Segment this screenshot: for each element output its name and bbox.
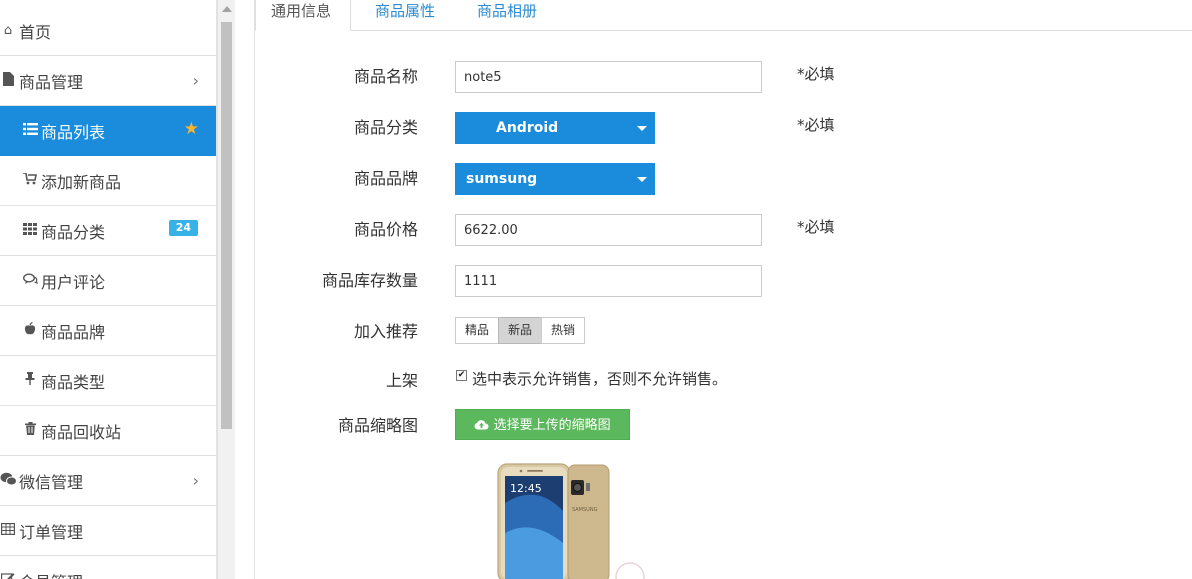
apple-icon bbox=[22, 321, 38, 339]
count-badge: 24 bbox=[168, 220, 198, 236]
sidebar-item-product-management[interactable]: 商品管理 › bbox=[0, 56, 216, 106]
tab-general-info[interactable]: 通用信息 bbox=[255, 0, 351, 31]
scroll-up-arrow-icon[interactable] bbox=[222, 6, 232, 12]
product-brand-select[interactable]: sumsung bbox=[455, 163, 655, 195]
sidebar-item-product-type[interactable]: 商品类型 bbox=[0, 356, 216, 406]
grid-icon bbox=[22, 222, 38, 239]
trash-icon bbox=[22, 422, 38, 439]
edit-icon bbox=[0, 572, 16, 579]
sidebar-item-recycle-bin[interactable]: 商品回收站 bbox=[0, 406, 216, 456]
sidebar-item-user-comments[interactable]: 用户评论 bbox=[0, 256, 216, 306]
product-price-input[interactable] bbox=[455, 214, 762, 246]
cart-add-icon bbox=[22, 171, 38, 189]
product-category-value: Android bbox=[496, 120, 559, 136]
phone-clock-text: 12:45 bbox=[510, 482, 542, 495]
recommend-label: 加入推荐 bbox=[353, 322, 418, 341]
sidebar-item-label: 首页 bbox=[19, 22, 52, 42]
comment-icon bbox=[22, 273, 38, 289]
sidebar-item-wechat-management[interactable]: 微信管理 › bbox=[0, 456, 216, 506]
table-icon bbox=[0, 522, 16, 539]
product-name-input[interactable] bbox=[455, 61, 762, 93]
sidebar-item-label: 添加新商品 bbox=[41, 172, 122, 192]
wechat-icon bbox=[0, 472, 17, 490]
sidebar-item-label: 用户评论 bbox=[41, 272, 106, 292]
product-category-label: 商品分类 bbox=[353, 118, 418, 137]
sidebar-item-product-brand[interactable]: 商品品牌 bbox=[0, 306, 216, 356]
home-icon: ⌂ bbox=[3, 23, 13, 38]
product-brand-label: 商品品牌 bbox=[353, 169, 418, 188]
product-category-select[interactable]: Android bbox=[455, 112, 655, 144]
tab-product-attributes[interactable]: 商品属性 bbox=[375, 0, 435, 31]
sidebar-item-product-category[interactable]: 商品分类 24 bbox=[0, 206, 216, 256]
scroll-thumb[interactable] bbox=[221, 22, 232, 429]
sidebar-item-label: 商品分类 bbox=[41, 222, 106, 242]
sidebar-item-order-management[interactable]: 订单管理 bbox=[0, 506, 216, 556]
product-stock-input[interactable] bbox=[455, 265, 762, 297]
sidebar-item-home[interactable]: ⌂ 首页 bbox=[0, 6, 216, 56]
product-thumbnail-image: 12:45 SAMSUNG bbox=[497, 463, 645, 579]
required-hint: *必填 bbox=[797, 116, 835, 134]
chevron-right-icon: › bbox=[192, 71, 199, 90]
list-icon bbox=[22, 122, 38, 139]
sidebar-item-label: 商品管理 bbox=[19, 72, 84, 92]
star-icon[interactable]: ★ bbox=[184, 119, 199, 139]
sidebar-scrollbar[interactable] bbox=[217, 0, 235, 579]
recommend-option-hot[interactable]: 热销 bbox=[541, 317, 586, 344]
sidebar-item-product-list[interactable]: 商品列表 ★ bbox=[0, 106, 216, 156]
product-stock-label: 商品库存数量 bbox=[321, 271, 418, 290]
sidebar-item-label: 商品类型 bbox=[41, 372, 106, 392]
recommend-option-new[interactable]: 新品 bbox=[498, 317, 543, 344]
sidebar-item-label: 会员管理 bbox=[19, 569, 83, 579]
tab-product-album[interactable]: 商品相册 bbox=[477, 0, 537, 31]
chevron-right-icon: › bbox=[192, 471, 199, 490]
recommend-toggle-group: 精品 新品 热销 bbox=[455, 317, 586, 344]
product-brand-value: sumsung bbox=[466, 171, 538, 187]
on-sale-checkbox[interactable]: ✔ bbox=[456, 370, 467, 381]
required-hint: *必填 bbox=[797, 218, 835, 236]
upload-thumbnail-button[interactable]: 选择要上传的缩略图 bbox=[455, 409, 630, 440]
sidebar-item-label: 商品回收站 bbox=[41, 422, 122, 442]
sidebar-item-member-management[interactable]: 会员管理 bbox=[0, 556, 216, 579]
thumbnail-label: 商品缩略图 bbox=[337, 416, 418, 435]
sidebar-item-label: 商品列表 bbox=[41, 122, 106, 142]
product-price-label: 商品价格 bbox=[353, 220, 418, 239]
caret-down-icon bbox=[637, 126, 647, 131]
on-sale-description: 选中表示允许销售，否则不允许销售。 bbox=[472, 370, 728, 388]
product-name-label: 商品名称 bbox=[353, 67, 418, 86]
sidebar: ⌂ 首页 商品管理 › 商品列表 ★ 添加新商品 商品分类 24 用户评论 商品… bbox=[0, 0, 217, 579]
pin-icon bbox=[22, 372, 38, 389]
on-sale-label: 上架 bbox=[385, 371, 418, 390]
phone-brand-text: SAMSUNG bbox=[572, 507, 598, 513]
cloud-upload-icon bbox=[474, 418, 493, 433]
sidebar-item-label: 微信管理 bbox=[19, 472, 84, 492]
sidebar-item-label: 商品品牌 bbox=[41, 322, 106, 342]
sidebar-item-add-product[interactable]: 添加新商品 bbox=[0, 156, 216, 206]
sidebar-item-label: 订单管理 bbox=[19, 522, 84, 542]
upload-thumbnail-label: 选择要上传的缩略图 bbox=[493, 418, 611, 433]
file-icon bbox=[0, 71, 16, 90]
recommend-option-featured[interactable]: 精品 bbox=[455, 317, 500, 344]
tab-bar: 通用信息 商品属性 商品相册 bbox=[255, 0, 1192, 31]
caret-down-icon bbox=[637, 177, 647, 182]
required-hint: *必填 bbox=[797, 65, 835, 83]
